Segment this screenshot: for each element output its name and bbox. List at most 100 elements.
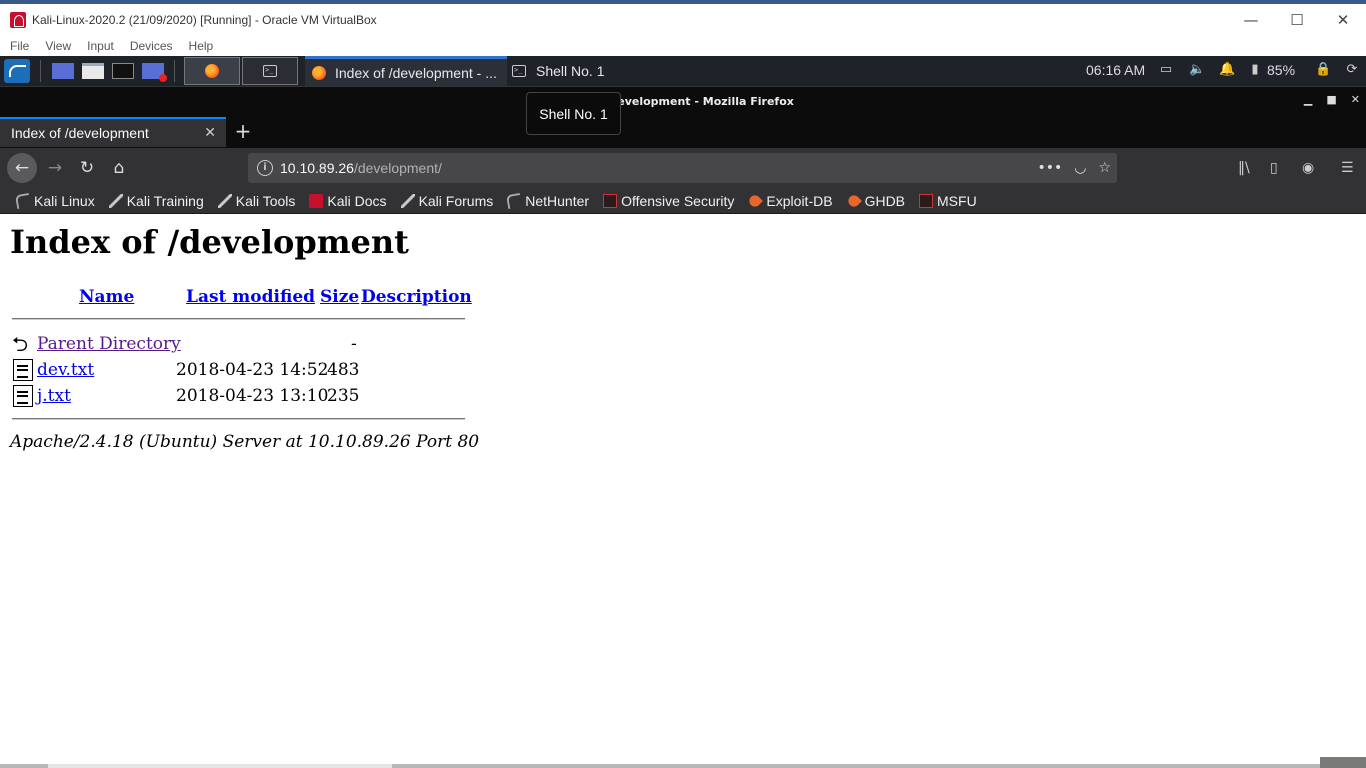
workspace-2-button[interactable]: >_	[242, 57, 298, 85]
kali-menu-icon[interactable]	[4, 59, 30, 83]
tooltip: Shell No. 1	[526, 92, 621, 135]
row-size: -	[351, 334, 357, 354]
page-content: Index of /development Name Last modified…	[0, 214, 1366, 764]
home-button[interactable]: ⌂	[104, 153, 134, 183]
notification-bell-icon[interactable]: 🔔	[1219, 63, 1235, 77]
bookmark-offensive-security[interactable]: Offensive Security	[603, 193, 734, 209]
menu-devices[interactable]: Devices	[130, 39, 173, 53]
account-icon[interactable]: ◉	[1302, 160, 1314, 176]
row-modified: 2018-04-23 13:10	[176, 386, 329, 406]
battery-icon[interactable]: ▮	[1248, 63, 1262, 77]
bookmark-msfu[interactable]: MSFU	[919, 193, 977, 209]
vbox-status-strip	[0, 757, 1366, 768]
site-info-icon[interactable]: i	[257, 160, 273, 176]
bookmark-nethunter[interactable]: NetHunter	[506, 192, 590, 209]
bookmark-kali-linux[interactable]: Kali Linux	[14, 192, 95, 209]
minimize-icon[interactable]: —	[1228, 11, 1274, 29]
bookmark-label: Kali Docs	[327, 192, 387, 209]
column-header-description[interactable]: Description	[361, 287, 472, 307]
bookmark-kali-forums[interactable]: Kali Forums	[400, 192, 494, 209]
task-firefox[interactable]: Index of /development - ...	[305, 56, 507, 86]
bookmark-label: Kali Linux	[34, 192, 95, 209]
file-link-dev-txt[interactable]: dev.txt	[37, 360, 94, 380]
url-host: 10.10.89.26	[280, 160, 354, 176]
vbox-window-controls: — ☐ ✕	[1228, 11, 1366, 29]
terminal-icon: >_	[512, 65, 526, 77]
tab-index-of-development[interactable]: Index of /development ✕	[0, 117, 226, 147]
minimize-icon[interactable]: ▁	[1304, 93, 1312, 106]
column-header-name[interactable]: Name	[79, 287, 134, 307]
offsec-icon	[603, 193, 618, 208]
bookmark-label: Offensive Security	[621, 192, 735, 209]
resize-corner[interactable]	[1320, 757, 1366, 768]
kali-sword-icon	[108, 193, 123, 208]
display-icon[interactable]: ▭	[1159, 63, 1173, 77]
column-header-last-modified[interactable]: Last modified	[186, 287, 315, 307]
bookmark-kali-training[interactable]: Kali Training	[108, 192, 204, 209]
url-bar[interactable]: i 10.10.89.26/development/ ••• ◡ ☆	[248, 153, 1117, 183]
bookmark-kali-docs[interactable]: Kali Docs	[309, 192, 387, 209]
parent-directory-link[interactable]: Parent Directory	[37, 334, 181, 354]
vbox-title-bar: Kali-Linux-2020.2 (21/09/2020) [Running]…	[0, 0, 1366, 36]
menu-input[interactable]: Input	[87, 39, 114, 53]
bookmark-label: GHDB	[864, 192, 906, 209]
bookmark-label: Kali Training	[126, 192, 204, 209]
task-firefox-label: Index of /development - ...	[335, 64, 497, 81]
menu-hamburger-icon[interactable]: ☰	[1341, 160, 1354, 176]
battery-percentage: 85%	[1267, 62, 1296, 78]
forward-button[interactable]: →	[40, 153, 70, 183]
lock-icon[interactable]: 🔒	[1315, 63, 1331, 77]
new-tab-button[interactable]: +	[233, 120, 253, 142]
task-shell-label: Shell No. 1	[536, 63, 605, 79]
vbox-window-title: Kali-Linux-2020.2 (21/09/2020) [Running]…	[32, 13, 377, 27]
page-actions-icon[interactable]: •••	[1037, 160, 1062, 176]
menu-help[interactable]: Help	[189, 39, 214, 53]
panel-clock[interactable]: 06:16 AM	[1086, 62, 1145, 78]
terminal-launcher-icon[interactable]	[112, 63, 134, 79]
kali-sword-icon	[217, 193, 232, 208]
close-icon[interactable]: ✕	[1320, 11, 1366, 29]
maximize-icon[interactable]: ■	[1326, 93, 1336, 106]
bookmark-label: Exploit-DB	[766, 192, 833, 209]
library-icon[interactable]: ‖\	[1238, 160, 1250, 176]
bookmark-ghdb[interactable]: GHDB	[845, 192, 906, 209]
close-icon[interactable]: ✕	[1351, 93, 1360, 106]
menu-view[interactable]: View	[45, 39, 71, 53]
kali-top-panel: >_ Index of /development - ... >_ Shell …	[0, 56, 1366, 86]
firefox-nav-toolbar: ← → ↻ ⌂ i 10.10.89.26/development/ ••• ◡…	[0, 148, 1366, 188]
volume-icon[interactable]: 🔈	[1189, 63, 1205, 77]
divider	[12, 318, 465, 320]
kali-dragon-icon	[506, 192, 523, 209]
column-header-size[interactable]: Size	[320, 287, 359, 307]
sidebar-icon[interactable]: ▯	[1270, 160, 1278, 176]
power-icon[interactable]: ⟳	[1345, 63, 1359, 77]
file-manager-icon[interactable]	[82, 63, 104, 79]
panel-separator	[174, 60, 175, 82]
close-tab-icon[interactable]: ✕	[204, 125, 216, 141]
screen-recorder-icon[interactable]	[142, 63, 167, 82]
row-size: 483	[327, 360, 360, 380]
divider	[12, 418, 465, 420]
bookmark-star-icon[interactable]: ☆	[1098, 160, 1111, 176]
bookmark-label: NetHunter	[525, 192, 590, 209]
bookmark-label: Kali Forums	[418, 192, 494, 209]
row-modified: 2018-04-23 14:52	[176, 360, 329, 380]
firefox-icon	[205, 64, 219, 78]
back-icon: ⮌	[12, 332, 29, 356]
status-strip-highlight	[48, 764, 392, 768]
file-link-j-txt[interactable]: j.txt	[37, 386, 71, 406]
menu-file[interactable]: File	[10, 39, 29, 53]
pocket-icon[interactable]: ◡	[1074, 160, 1086, 176]
show-desktop-icon[interactable]	[52, 63, 74, 79]
panel-separator	[40, 60, 41, 82]
text-file-icon	[13, 359, 33, 381]
offsec-icon	[919, 193, 934, 208]
workspace-1-button[interactable]	[184, 57, 240, 85]
kali-sword-icon	[400, 193, 415, 208]
bookmark-kali-tools[interactable]: Kali Tools	[217, 193, 295, 209]
task-shell[interactable]: >_ Shell No. 1	[507, 56, 707, 86]
back-button[interactable]: ←	[7, 153, 37, 183]
reload-button[interactable]: ↻	[72, 153, 102, 183]
maximize-icon[interactable]: ☐	[1274, 11, 1320, 29]
bookmark-exploit-db[interactable]: Exploit-DB	[747, 192, 833, 209]
